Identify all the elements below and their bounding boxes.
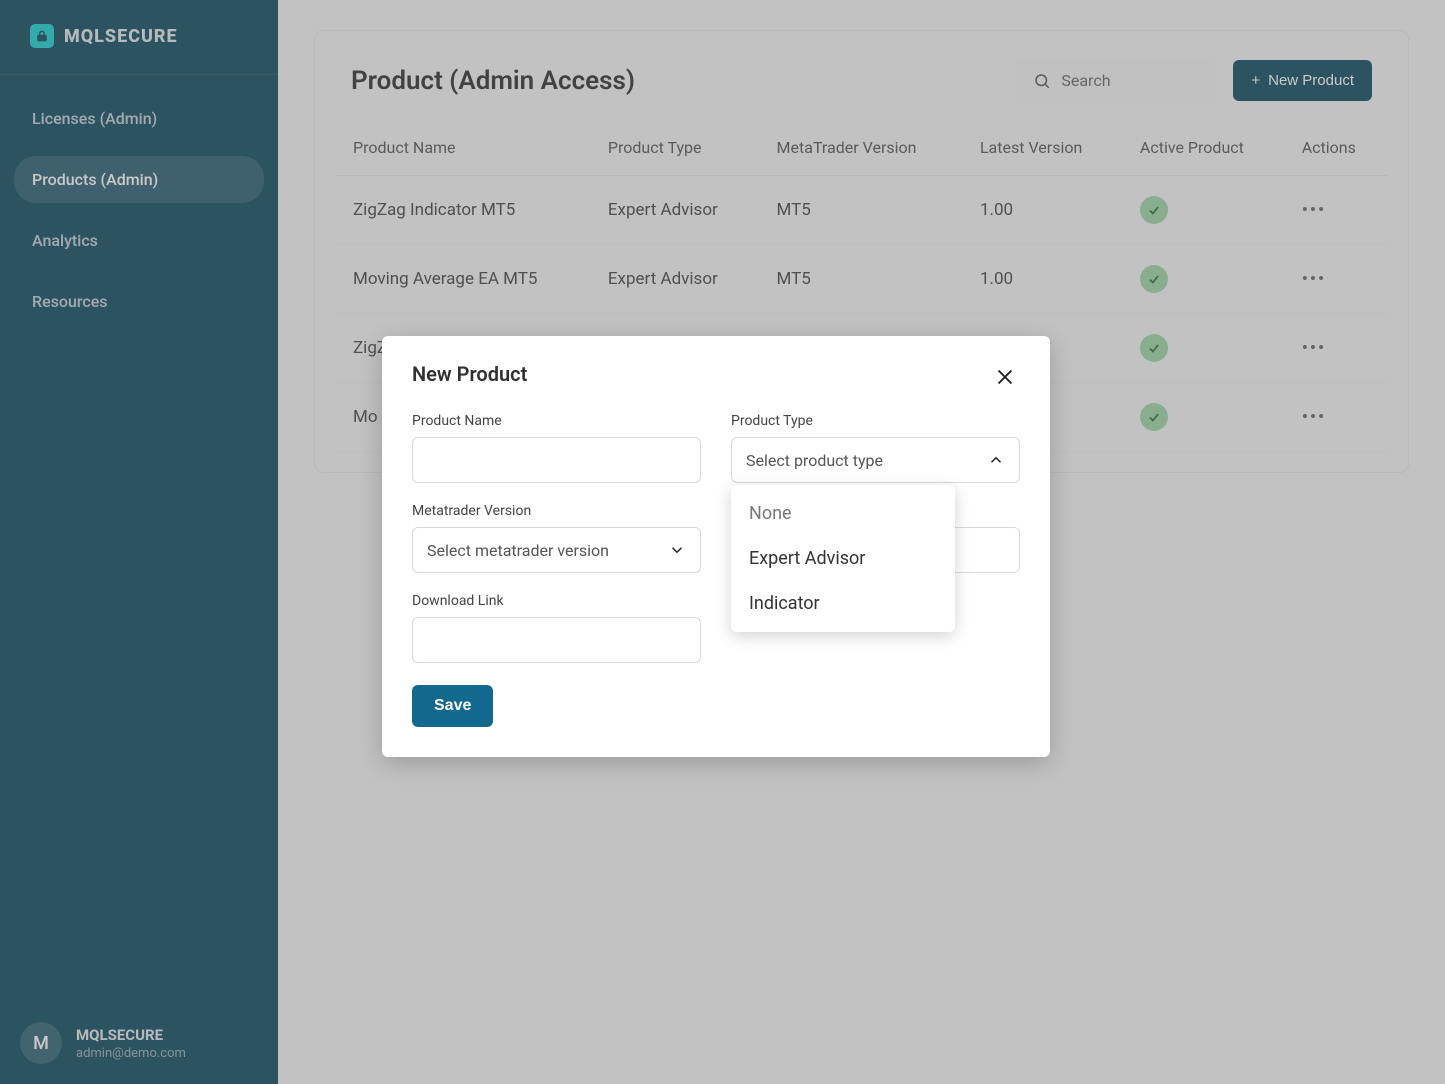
select-mt-version-value: Select metatrader version [427, 541, 609, 560]
label-product-type: Product Type [731, 413, 1020, 429]
chevron-down-icon [668, 541, 686, 559]
dropdown-option-expert-advisor[interactable]: Expert Advisor [731, 536, 955, 581]
form-grid: Product Name Product Type Select product… [412, 413, 1020, 663]
close-icon [994, 366, 1016, 388]
field-download-link: Download Link [412, 593, 701, 663]
label-mt-version: Metatrader Version [412, 503, 701, 519]
save-button[interactable]: Save [412, 685, 493, 727]
modal-title: New Product [412, 362, 527, 386]
select-product-type-value: Select product type [746, 451, 883, 470]
close-button[interactable] [990, 362, 1020, 395]
new-product-modal: New Product Product Name Product Type Se… [382, 336, 1050, 757]
label-product-name: Product Name [412, 413, 701, 429]
field-product-name: Product Name [412, 413, 701, 483]
dropdown-option-indicator[interactable]: Indicator [731, 581, 955, 626]
product-type-dropdown: None Expert Advisor Indicator [731, 485, 955, 632]
select-mt-version[interactable]: Select metatrader version [412, 527, 701, 573]
input-download-link[interactable] [412, 617, 701, 663]
input-product-name[interactable] [412, 437, 701, 483]
chevron-up-icon [987, 451, 1005, 469]
select-product-type[interactable]: Select product type [731, 437, 1020, 483]
field-product-type: Product Type Select product type None Ex… [731, 413, 1020, 483]
modal-header: New Product [412, 362, 1020, 395]
label-download-link: Download Link [412, 593, 701, 609]
dropdown-option-none[interactable]: None [731, 491, 955, 536]
field-mt-version: Metatrader Version Select metatrader ver… [412, 503, 701, 573]
